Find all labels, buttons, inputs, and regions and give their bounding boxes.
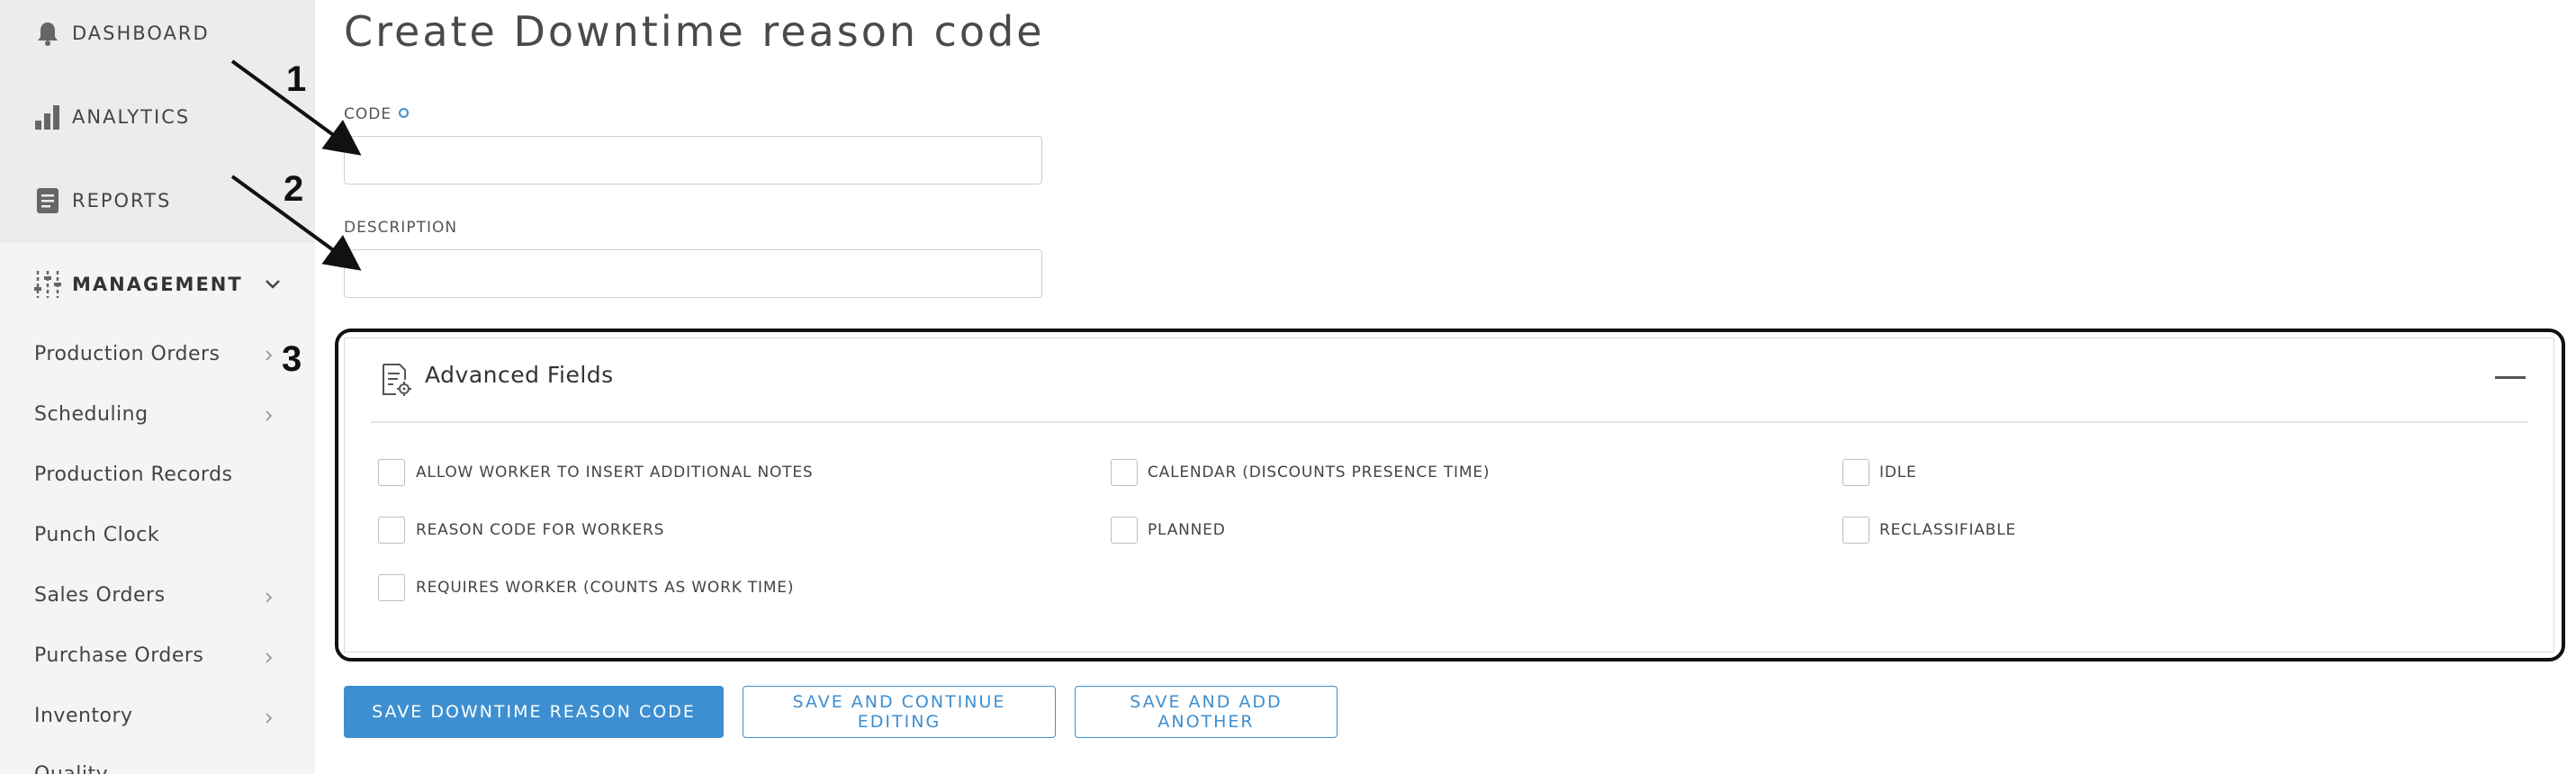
advanced-fields-panel xyxy=(344,338,2554,652)
checkbox-label: REQUIRES WORKER (COUNTS AS WORK TIME) xyxy=(416,579,795,597)
annotation-number-3: 3 xyxy=(282,339,302,379)
save-button[interactable]: SAVE DOWNTIME REASON CODE xyxy=(344,686,724,738)
annotation-number-2: 2 xyxy=(284,169,304,209)
checkbox-allow-worker-notes[interactable] xyxy=(378,459,405,486)
annotation-number-1: 1 xyxy=(286,59,307,99)
save-and-add-another-button[interactable]: SAVE AND ADD ANOTHER xyxy=(1075,686,1338,738)
advanced-fields-title: Advanced Fields xyxy=(425,362,614,388)
save-and-continue-button[interactable]: SAVE AND CONTINUE EDITING xyxy=(743,686,1056,738)
collapse-icon[interactable] xyxy=(2495,376,2526,379)
document-settings-icon xyxy=(378,362,414,398)
checkbox-label: RECLASSIFIABLE xyxy=(1879,521,2017,539)
checkbox-label: PLANNED xyxy=(1148,521,1226,539)
advanced-fields-divider xyxy=(371,421,2527,423)
checkbox-reclassifiable[interactable] xyxy=(1842,517,1869,544)
checkbox-label: ALLOW WORKER TO INSERT ADDITIONAL NOTES xyxy=(416,464,814,482)
checkbox-reason-code-for-workers[interactable] xyxy=(378,517,405,544)
checkbox-idle[interactable] xyxy=(1842,459,1869,486)
checkbox-label: IDLE xyxy=(1879,464,1917,482)
app-root: DASHBOARD ANALYTICS REPORTS MANAGEMENT P… xyxy=(0,0,2576,774)
checkbox-requires-worker[interactable] xyxy=(378,574,405,601)
checkbox-calendar[interactable] xyxy=(1111,459,1138,486)
checkbox-planned[interactable] xyxy=(1111,517,1138,544)
checkbox-label: REASON CODE FOR WORKERS xyxy=(416,521,665,539)
checkbox-label: CALENDAR (DISCOUNTS PRESENCE TIME) xyxy=(1148,464,1491,482)
